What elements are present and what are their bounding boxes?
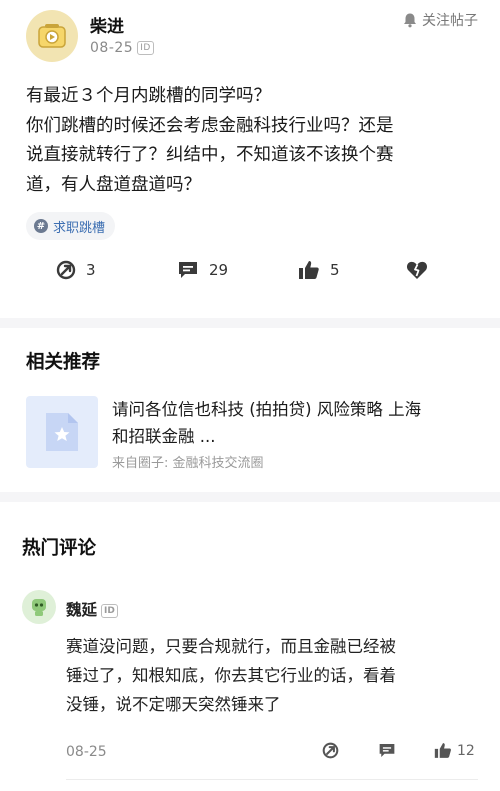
like-button[interactable]: 5 (298, 260, 340, 280)
related-item-title-line: 请问各位信也科技 (拍拍贷) 风险策略 上海 (112, 400, 422, 419)
follow-post-button[interactable]: 关注帖子 (402, 10, 478, 30)
post-date: 08-25 ID (90, 40, 154, 56)
post-content-line: 说直接就转行了？纠结中，不知道该不该换个赛 (26, 145, 394, 165)
related-item-title-line: 和招联金融 ... (112, 427, 216, 446)
post-content-line: 有最近３个月内跳槽的同学吗？ (26, 86, 271, 106)
hot-comments-title: 热门评论 (22, 538, 97, 559)
comment-like-count: 12 (457, 742, 475, 759)
camera-avatar-icon (38, 24, 66, 48)
related-item-thumbnail[interactable] (26, 396, 98, 468)
related-item-title[interactable]: 请问各位信也科技 (拍拍贷) 风险策略 上海 和招联金融 ... (112, 396, 482, 450)
comment-icon (379, 743, 395, 758)
post-content: 有最近３个月内跳槽的同学吗？ 你们跳槽的时候还会考虑金融科技行业吗？还是 说直接… (26, 82, 478, 200)
comment-like-button[interactable]: 12 (434, 742, 475, 759)
id-badge: ID (101, 604, 118, 618)
hashtag-icon: # (34, 219, 48, 233)
id-badge: ID (137, 41, 154, 55)
section-separator (0, 318, 500, 328)
share-icon (322, 742, 339, 759)
comment-divider (66, 779, 478, 780)
comment-button[interactable]: 29 (177, 260, 228, 280)
comment-reply-button[interactable] (378, 742, 396, 759)
topic-tag-label: 求职跳槽 (53, 220, 106, 236)
commenter-avatar[interactable] (22, 590, 56, 624)
comment-text-line: 没锤，说不定哪天突然锤来了 (66, 695, 281, 714)
post-content-line: 你们跳槽的时候还会考虑金融科技行业吗？还是 (26, 115, 394, 136)
commenter-name-text: 魏延 (66, 601, 98, 619)
thumbs-up-icon (299, 261, 319, 279)
comment-text-line: 赛道没问题，只要合规就行，而且金融已经被 (66, 637, 396, 656)
follow-post-label: 关注帖子 (422, 13, 478, 29)
share-count: 3 (86, 261, 96, 279)
broken-heart-icon (406, 261, 428, 279)
post-author-name[interactable]: 柴进 (90, 12, 124, 37)
dislike-button[interactable] (406, 260, 428, 280)
comment-text-line: 锤过了，知根知底，你去其它行业的话，看着 (66, 666, 396, 685)
commenter-name[interactable]: 魏延 ID (66, 598, 118, 620)
document-star-icon (46, 413, 78, 451)
post-content-line: 道，有人盘道盘道吗？ (26, 174, 201, 195)
author-avatar[interactable] (26, 10, 78, 62)
like-count: 5 (330, 261, 340, 279)
related-item-source: 来自圈子: 金融科技交流圈 (112, 456, 264, 471)
bell-icon (404, 13, 416, 28)
share-icon (56, 260, 76, 280)
post-date-text: 08-25 (90, 40, 134, 56)
thumbs-up-icon (434, 743, 451, 758)
comment-text: 赛道没问题，只要合规就行，而且金融已经被 锤过了，知根知底，你去其它行业的话，看… (66, 632, 476, 719)
comment-date: 08-25 (66, 744, 107, 760)
comment-count: 29 (209, 261, 229, 279)
robot-avatar-icon (32, 599, 46, 616)
section-separator (0, 492, 500, 502)
comment-share-button[interactable] (322, 742, 339, 759)
share-button[interactable]: 3 (56, 260, 96, 280)
comment-icon (179, 262, 197, 278)
related-section-title: 相关推荐 (26, 352, 101, 373)
topic-tag[interactable]: # 求职跳槽 (26, 212, 116, 240)
